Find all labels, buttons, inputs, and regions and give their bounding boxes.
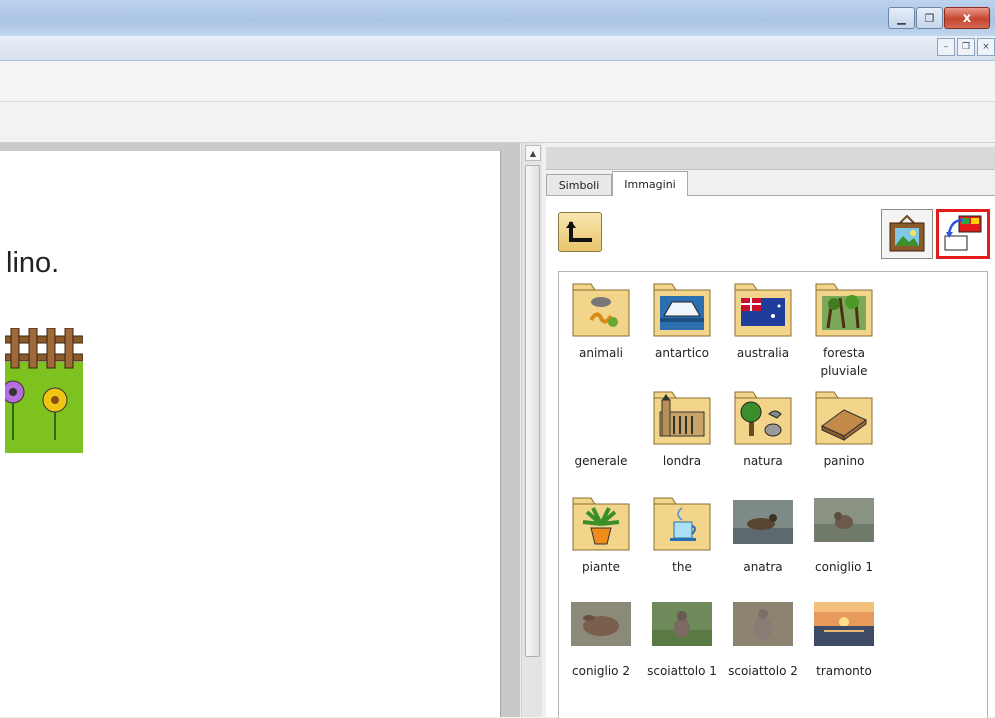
item-label: tramonto [816,664,872,678]
minimize-icon: – [943,42,949,52]
photo-thumbnail [814,598,874,658]
folder-icon [571,280,631,340]
item-label: piante [582,560,620,574]
folder-up-button[interactable] [558,212,602,252]
document-area: lino. [0,143,520,717]
photo-thumbnail [733,494,793,554]
photo-thumbnail [652,598,712,658]
folder-icon [733,388,793,448]
folder-icon [814,280,874,340]
minimize-button[interactable]: ▁ [888,7,915,29]
garden-icon [5,328,83,453]
folder-icon [652,388,712,448]
close-icon: × [982,42,990,52]
arrow-up-icon: ▲ [529,148,537,158]
folder-icon [652,494,712,554]
panel-header [546,147,995,170]
panel-tabs: Simboli Immagini [546,171,995,196]
mdi-restore-button[interactable]: ❐ [957,38,975,56]
close-icon: x [962,10,972,26]
folder-up-icon [566,221,592,242]
item-label: scoiattolo 1 [647,664,717,678]
folder-icon [571,494,631,554]
folder-empty-icon [571,388,631,448]
photo-thumbnail [814,494,874,554]
item-label: animali [578,346,623,360]
document-scrollbar[interactable]: ▲ [521,143,542,717]
images-tab-content: animali antartico australia foresta pluv… [546,196,995,718]
resource-panel: Simboli Immagini animali antartico austr… [542,143,995,718]
item-label: antartico [655,346,709,360]
item-label: the [672,560,692,574]
item-label: foresta pluviale [820,346,868,378]
restore-icon: ❐ [961,42,971,52]
item-label: panino [823,454,865,468]
replace-image-icon [944,215,982,251]
document-page[interactable]: lino. [0,151,501,717]
mdi-minimize-button[interactable]: – [937,38,955,56]
item-label: natura [743,454,783,468]
document-text[interactable]: lino. [6,247,59,280]
item-label: australia [736,346,790,360]
mdi-close-button[interactable]: × [977,38,995,56]
mdi-controls: – ❐ × [935,38,995,56]
window-titlebar: ▁ ❐ x [0,0,995,36]
toolbar-primary [0,61,995,102]
minimize-icon: ▁ [897,11,906,25]
item-label: generale [574,454,628,468]
item-label: coniglio 2 [572,664,630,678]
scrollbar-thumb[interactable] [525,165,540,657]
toolbar-secondary [0,102,995,143]
mdi-bar: – ❐ × [0,36,995,61]
garden-symbol-image[interactable] [5,328,83,453]
item-label: coniglio 1 [815,560,873,574]
folder-icon [652,280,712,340]
replace-image-button[interactable] [936,209,990,259]
picture-frame-button[interactable] [881,209,933,259]
photo-thumbnail [733,598,793,658]
folder-icon [733,280,793,340]
close-button[interactable]: x [944,7,990,29]
scroll-up-button[interactable]: ▲ [525,145,541,161]
tab-immagini[interactable]: Immagini [612,171,688,196]
image-grid: animali antartico australia foresta pluv… [558,271,988,718]
picture-frame-icon [889,214,925,252]
restore-button[interactable]: ❐ [916,7,943,29]
item-label: scoiattolo 2 [728,664,798,678]
folder-icon [814,388,874,448]
restore-icon: ❐ [924,11,935,25]
photo-thumbnail [571,598,631,658]
item-label: anatra [743,560,783,574]
item-label: londra [662,454,702,468]
tab-simboli[interactable]: Simboli [546,174,612,195]
window-controls: ▁ ❐ x [887,7,990,29]
